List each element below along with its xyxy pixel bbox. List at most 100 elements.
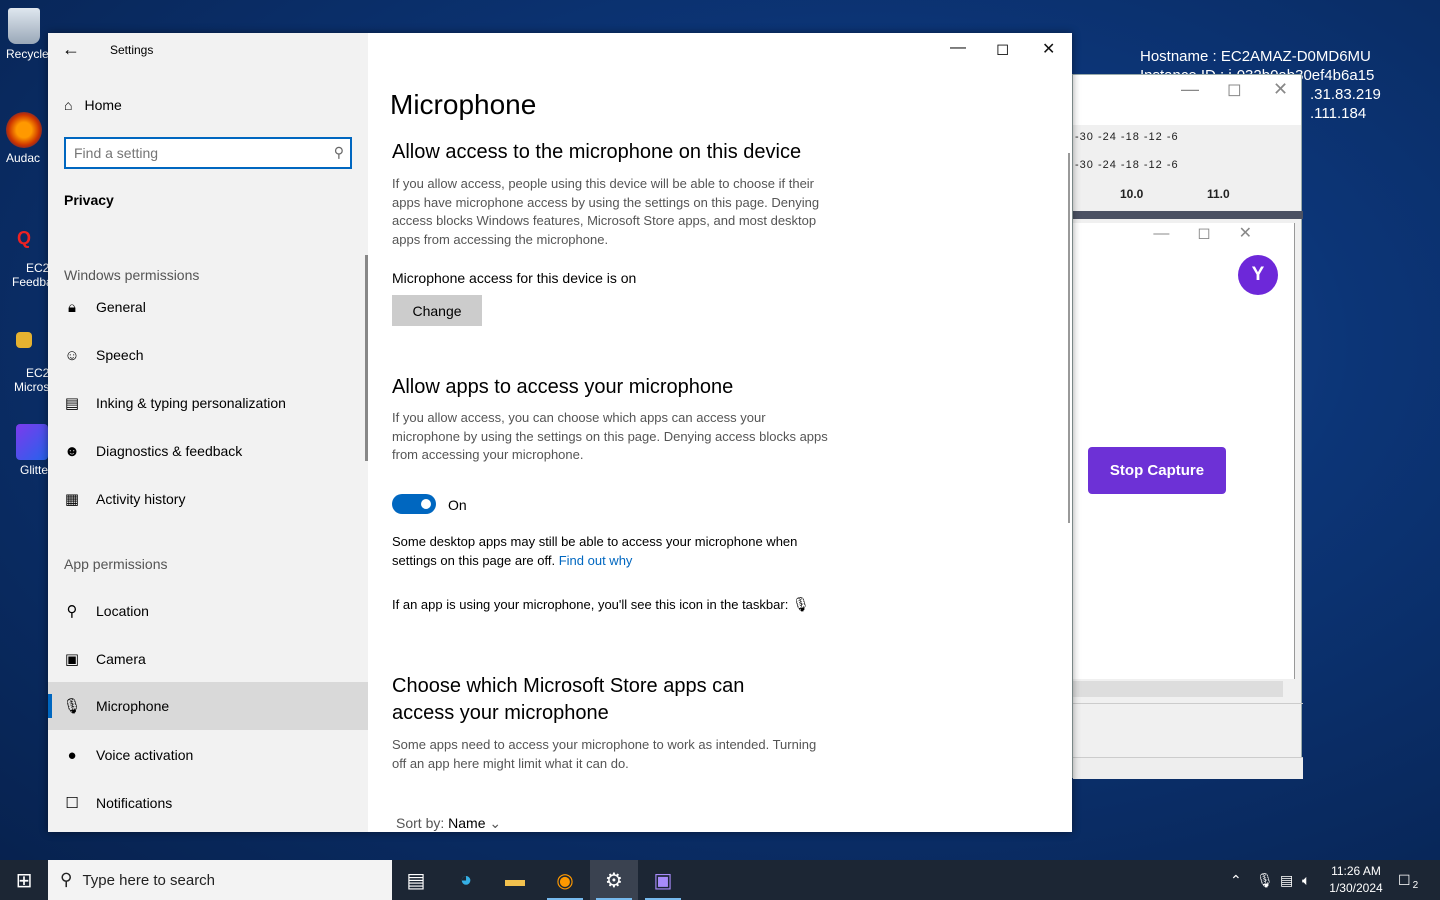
timeline-label: 11.0 bbox=[1207, 187, 1230, 201]
playback-meter[interactable]: -30 -24 -18 -12 -6 bbox=[1075, 159, 1179, 171]
taskbar-clock[interactable]: 11:26 AM 1/30/2024 bbox=[1318, 863, 1394, 897]
windows-permissions-header: Windows permissions bbox=[64, 267, 200, 283]
sidebar-item-microphone[interactable]: 🎙︎ Microphone bbox=[48, 682, 368, 730]
store-apps-description: Some apps need to access your microphone… bbox=[392, 737, 817, 771]
windows-logo-icon: ⊞ bbox=[15, 869, 33, 892]
notification-badge: 2 bbox=[1412, 879, 1419, 891]
desktop-apps-note: Some desktop apps may still be able to a… bbox=[392, 534, 798, 568]
recording-meter[interactable]: -30 -24 -18 -12 -6 bbox=[1075, 131, 1179, 143]
window-title: Settings bbox=[110, 43, 154, 57]
audacity-titlebar: — ◻ ✕ bbox=[1073, 75, 1301, 125]
audacity-icon[interactable]: Audac bbox=[0, 112, 48, 165]
search-icon: ⚲ bbox=[60, 870, 73, 889]
audacity-icon: ◉ bbox=[556, 869, 574, 892]
person-feedback-icon: ☻ bbox=[64, 442, 80, 460]
lock-icon: 🔒︎ bbox=[68, 298, 76, 316]
timeline-icon: ▦ bbox=[64, 491, 80, 508]
microphone-icon: 🎙︎ bbox=[1256, 871, 1274, 888]
network-icon: ▤ bbox=[1280, 871, 1294, 888]
app-access-heading: Allow apps to access your microphone bbox=[392, 376, 734, 398]
timeline-label: 10.0 bbox=[1120, 187, 1144, 201]
capture-panel: —◻✕ Y Stop Capture bbox=[1073, 223, 1295, 679]
sidebar-item-location[interactable]: ⚲ Location bbox=[48, 587, 368, 635]
maximize-icon[interactable]: ◻ bbox=[1227, 79, 1242, 100]
settings-sidebar: ← Settings ⌂ Home ⚲ Privacy Windows perm… bbox=[48, 33, 368, 832]
chevron-down-icon: ⌄ bbox=[489, 815, 502, 831]
category-title: Privacy bbox=[64, 192, 114, 208]
sidebar-item-diagnostics[interactable]: ☻ Diagnostics & feedback bbox=[48, 427, 368, 475]
settings-content: Microphone Allow access to the microphon… bbox=[390, 33, 1070, 832]
recycle-bin-icon[interactable]: Recycle bbox=[0, 8, 49, 61]
track-divider bbox=[1073, 211, 1303, 219]
ec2-microsoft-icon[interactable]: EC2 Micros bbox=[0, 332, 49, 394]
sidebar-item-inking[interactable]: ▤ Inking & typing personalization bbox=[48, 379, 368, 427]
device-access-heading: Allow access to the microphone on this d… bbox=[392, 141, 802, 163]
change-button[interactable]: Change bbox=[392, 295, 482, 326]
sidebar-item-camera[interactable]: ▣ Camera bbox=[48, 635, 368, 683]
gear-icon: ⚙ bbox=[605, 869, 623, 892]
edge-button[interactable]: ◕ bbox=[442, 860, 490, 900]
home-nav-item[interactable]: ⌂ Home bbox=[64, 97, 122, 113]
panel-controls[interactable]: —◻✕ bbox=[1153, 223, 1280, 243]
location-icon: ⚲ bbox=[66, 603, 78, 620]
page-title: Microphone bbox=[390, 89, 537, 120]
sidebar-scrollbar[interactable] bbox=[365, 255, 368, 461]
close-icon[interactable]: ✕ bbox=[1273, 79, 1288, 100]
taskbar: ⊞ ⚲ Type here to search ▤ ◕ ▬ ◉ ⚙ ▣ ⌃ 🎙︎ … bbox=[0, 860, 1440, 900]
find-out-why-link[interactable]: Find out why bbox=[559, 553, 633, 568]
horizontal-scrollbar[interactable] bbox=[1073, 681, 1283, 697]
search-input[interactable] bbox=[66, 139, 316, 167]
notification-icon: ☐ bbox=[65, 795, 79, 812]
action-center-button[interactable]: ☐ 2 bbox=[1398, 860, 1418, 900]
minimize-icon[interactable]: — bbox=[1181, 79, 1199, 100]
clipboard-icon: ▤ bbox=[64, 395, 80, 412]
glitter-icon: ▣ bbox=[653, 869, 673, 892]
search-icon[interactable]: ⚲ bbox=[334, 144, 344, 161]
back-arrow-icon[interactable]: ← bbox=[62, 39, 80, 60]
app-access-toggle[interactable] bbox=[392, 494, 436, 514]
app-access-description: If you allow access, you can choose whic… bbox=[392, 410, 828, 462]
avatar[interactable]: Y bbox=[1238, 255, 1278, 295]
toggle-state-label: On bbox=[448, 497, 467, 513]
speed-slider[interactable] bbox=[1073, 703, 1303, 733]
settings-taskbar-button[interactable]: ⚙ bbox=[590, 860, 638, 900]
store-apps-heading: Choose which Microsoft Store apps can ac… bbox=[392, 675, 745, 724]
taskbar-icon-note: If an app is using your microphone, you'… bbox=[392, 596, 810, 612]
speaker-icon: 🔈︎ bbox=[1302, 871, 1311, 888]
home-label: Home bbox=[84, 97, 122, 113]
glitter-icon[interactable]: Glitte bbox=[0, 424, 48, 477]
sidebar-item-activity-history[interactable]: ▦ Activity history bbox=[48, 475, 368, 523]
file-explorer-button[interactable]: ▬ bbox=[491, 860, 539, 900]
task-view-icon: ▤ bbox=[406, 869, 426, 892]
tray-network[interactable]: ▤ bbox=[1280, 860, 1293, 900]
glitter-taskbar-button[interactable]: ▣ bbox=[639, 860, 687, 900]
sidebar-item-general[interactable]: 🔒︎ General bbox=[48, 283, 368, 331]
chevron-up-icon: ⌃ bbox=[1230, 871, 1242, 888]
sidebar-item-voice-activation[interactable]: ● Voice activation bbox=[48, 731, 368, 779]
device-access-status: Microphone access for this device is on bbox=[392, 270, 637, 286]
sort-dropdown[interactable]: Sort by: Name ⌄ bbox=[396, 815, 501, 832]
microphone-icon: 🎙︎ bbox=[791, 596, 810, 612]
settings-window: ← Settings ⌂ Home ⚲ Privacy Windows perm… bbox=[48, 33, 1072, 832]
show-hidden-icons[interactable]: ⌃ bbox=[1230, 860, 1242, 900]
voice-activation-icon: ● bbox=[67, 746, 77, 764]
tray-microphone[interactable]: 🎙︎ bbox=[1256, 860, 1274, 900]
tray-volume[interactable]: 🔈︎ bbox=[1302, 860, 1310, 900]
ec2-feedback-icon[interactable]: Q EC2 Feedba bbox=[0, 228, 53, 289]
microphone-icon: 🎙︎ bbox=[62, 698, 82, 715]
edge-icon: ◕ bbox=[459, 868, 473, 891]
sidebar-item-notifications[interactable]: ☐ Notifications bbox=[48, 779, 368, 827]
device-access-description: If you allow access, people using this d… bbox=[392, 176, 820, 247]
task-view-button[interactable]: ▤ bbox=[392, 860, 440, 900]
audacity-window: — ◻ ✕ -30 -24 -18 -12 -6 -30 -24 -18 -12… bbox=[1072, 74, 1303, 779]
start-button[interactable]: ⊞ bbox=[0, 860, 48, 900]
search-box[interactable]: ⚲ bbox=[64, 137, 352, 169]
taskbar-search[interactable]: ⚲ Type here to search bbox=[48, 860, 392, 900]
sidebar-item-speech[interactable]: ☺ Speech bbox=[48, 331, 368, 379]
stop-capture-button[interactable]: Stop Capture bbox=[1088, 447, 1226, 494]
status-bar bbox=[1073, 757, 1303, 779]
speech-icon: ☺ bbox=[64, 346, 80, 364]
app-permissions-header: App permissions bbox=[64, 556, 168, 572]
audacity-taskbar-button[interactable]: ◉ bbox=[541, 860, 589, 900]
camera-icon: ▣ bbox=[64, 651, 80, 668]
